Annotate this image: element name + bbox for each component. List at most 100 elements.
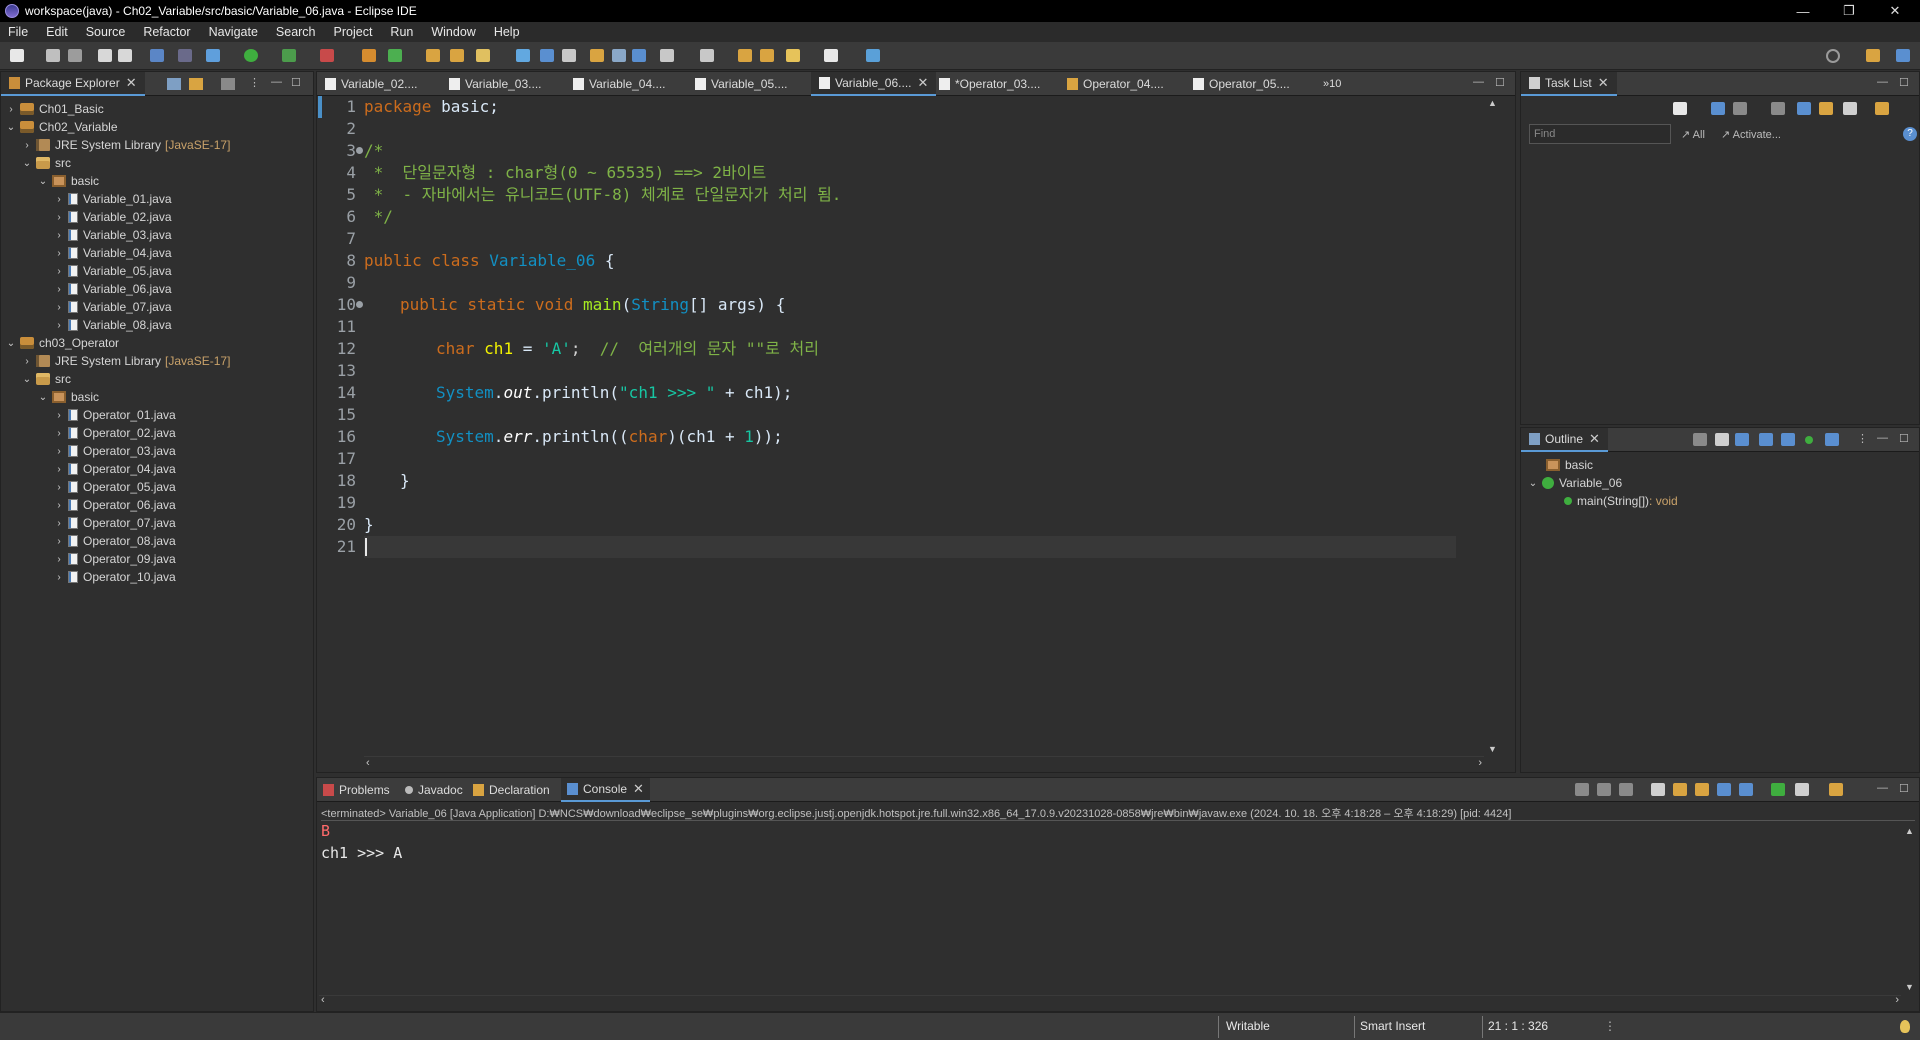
- scroll-lock-icon[interactable]: [1673, 783, 1687, 796]
- toggle-highlight-icon[interactable]: [540, 49, 554, 62]
- chevron-right-icon[interactable]: ›: [53, 446, 65, 457]
- close-icon[interactable]: ✕: [126, 75, 137, 91]
- forward-icon[interactable]: [824, 49, 838, 62]
- all-filter-link[interactable]: ↗ All: [1681, 128, 1705, 141]
- fold-icon[interactable]: [356, 147, 363, 154]
- activate-link[interactable]: ↗ Activate...: [1721, 128, 1781, 141]
- focus-icon[interactable]: [1797, 102, 1811, 115]
- restore-button[interactable]: ❐: [1826, 0, 1872, 22]
- open-task-icon[interactable]: [450, 49, 464, 62]
- tree-item[interactable]: › Variable_08.java: [53, 316, 171, 334]
- chevron-right-icon[interactable]: ›: [53, 554, 65, 565]
- toggle-mark-occurrences-icon[interactable]: [516, 49, 530, 62]
- close-icon[interactable]: ✕: [1589, 431, 1600, 447]
- chevron-down-icon[interactable]: ⌄: [37, 176, 49, 187]
- save-icon[interactable]: [46, 49, 60, 62]
- menu-source[interactable]: Source: [78, 25, 136, 39]
- scheduled-icon[interactable]: [1733, 102, 1747, 115]
- scroll-right-icon[interactable]: ›: [1478, 757, 1482, 769]
- tab-operator-05[interactable]: Operator_05....: [1193, 72, 1290, 96]
- tab-variable-05[interactable]: Variable_05....: [695, 72, 788, 96]
- chevron-down-icon[interactable]: ⌄: [37, 392, 49, 403]
- chevron-right-icon[interactable]: ›: [5, 104, 17, 115]
- tab-variable-04[interactable]: Variable_04....: [573, 72, 666, 96]
- maximize-view-icon[interactable]: ☐: [1899, 432, 1909, 445]
- close-icon[interactable]: ✕: [918, 75, 929, 91]
- maximize-view-icon[interactable]: ☐: [1899, 782, 1909, 795]
- tree-item[interactable]: › Variable_05.java: [53, 262, 171, 280]
- chevron-right-icon[interactable]: ›: [53, 572, 65, 583]
- chevron-right-icon[interactable]: ›: [53, 302, 65, 313]
- status-cursor-position[interactable]: 21 : 1 : 326: [1488, 1019, 1548, 1033]
- sort-icon[interactable]: [1715, 433, 1729, 446]
- scroll-left-icon[interactable]: ‹: [321, 994, 325, 1006]
- debug-icon[interactable]: [206, 49, 220, 62]
- scroll-right-icon[interactable]: ›: [1895, 994, 1899, 1006]
- tree-item[interactable]: › Operator_09.java: [53, 550, 175, 568]
- tree-item[interactable]: ⌄ src: [21, 154, 71, 172]
- tree-item[interactable]: ⌄ Ch02_Variable: [5, 118, 118, 136]
- display-console-icon[interactable]: [1795, 783, 1809, 796]
- scroll-down-icon[interactable]: ▼: [1905, 982, 1914, 992]
- minimize-button[interactable]: —: [1780, 0, 1826, 22]
- hide-completed-icon[interactable]: [1771, 102, 1785, 115]
- forward-edit-icon[interactable]: [760, 49, 774, 62]
- tab-problems[interactable]: Problems: [323, 778, 390, 802]
- block-selection-icon[interactable]: [562, 49, 576, 62]
- undo-icon[interactable]: [98, 49, 112, 62]
- tree-item[interactable]: › Operator_10.java: [53, 568, 175, 586]
- view-menu-icon[interactable]: ⋮: [249, 76, 260, 89]
- tab-variable-02[interactable]: Variable_02....: [325, 72, 418, 96]
- tab-variable-03[interactable]: Variable_03....: [449, 72, 542, 96]
- tab-variable-06[interactable]: Variable_06.... ✕: [811, 72, 937, 96]
- tab-operator-03[interactable]: *Operator_03....: [939, 72, 1040, 96]
- chevron-right-icon[interactable]: ›: [53, 194, 65, 205]
- minimize-view-icon[interactable]: —: [1473, 76, 1484, 88]
- minimize-view-icon[interactable]: —: [271, 76, 282, 88]
- tree-item[interactable]: ⌄ src: [21, 370, 71, 388]
- tree-item[interactable]: basic: [1543, 456, 1593, 474]
- menu-navigate[interactable]: Navigate: [201, 25, 268, 39]
- show-stderr-icon[interactable]: [1739, 783, 1753, 796]
- collapse-all-icon[interactable]: [167, 78, 181, 90]
- link-with-editor-icon[interactable]: [189, 78, 203, 90]
- tree-item[interactable]: › Operator_08.java: [53, 532, 175, 550]
- scroll-up-icon[interactable]: ▲: [1488, 98, 1497, 108]
- tree-item[interactable]: › Operator_06.java: [53, 496, 175, 514]
- hide-local-types-icon[interactable]: [1805, 436, 1813, 444]
- pin-console-icon[interactable]: [1771, 783, 1785, 796]
- remove-all-terminated-icon[interactable]: [1619, 783, 1633, 796]
- menu-search[interactable]: Search: [268, 25, 326, 39]
- tree-item[interactable]: ⌄ basic: [37, 172, 99, 190]
- close-icon[interactable]: ✕: [633, 781, 644, 797]
- hide-fields-icon[interactable]: [1735, 433, 1749, 446]
- tree-item[interactable]: main(String[]) : void: [1561, 492, 1678, 510]
- chevron-down-icon[interactable]: ⌄: [1527, 478, 1539, 489]
- show-whitespace-icon[interactable]: [612, 49, 626, 62]
- tree-item[interactable]: › Variable_06.java: [53, 280, 171, 298]
- tree-item[interactable]: › Ch01_Basic: [5, 100, 103, 118]
- word-wrap-icon[interactable]: [590, 49, 604, 62]
- tree-item[interactable]: ⌄ ch03_Operator: [5, 334, 119, 352]
- prev-annotation-icon[interactable]: [700, 49, 714, 62]
- tree-item[interactable]: › Operator_07.java: [53, 514, 175, 532]
- java-perspective-icon[interactable]: [1896, 49, 1910, 62]
- code-text[interactable]: package basic; /* * 단일문자형 : char형(0 ~ 65…: [364, 96, 1486, 756]
- scroll-up-icon[interactable]: ▲: [1905, 826, 1914, 836]
- chevron-right-icon[interactable]: ›: [53, 428, 65, 439]
- tab-outline[interactable]: Outline ✕: [1521, 428, 1608, 452]
- search-tool-icon[interactable]: [476, 49, 490, 62]
- terminate-icon[interactable]: [1575, 783, 1589, 796]
- terminal-icon[interactable]: [150, 49, 164, 62]
- maximize-view-icon[interactable]: ☐: [1899, 76, 1909, 89]
- tree-item[interactable]: › Variable_02.java: [53, 208, 171, 226]
- menu-refactor[interactable]: Refactor: [135, 25, 200, 39]
- status-insert-mode[interactable]: Smart Insert: [1360, 1019, 1425, 1033]
- hide-non-public-icon[interactable]: [1781, 433, 1795, 446]
- sort-icon[interactable]: [1819, 102, 1833, 115]
- chevron-right-icon[interactable]: ›: [53, 518, 65, 529]
- chevron-right-icon[interactable]: ›: [53, 230, 65, 241]
- chevron-right-icon[interactable]: ›: [53, 266, 65, 277]
- tree-item[interactable]: › Operator_03.java: [53, 442, 175, 460]
- maximize-view-icon[interactable]: ☐: [1495, 76, 1505, 89]
